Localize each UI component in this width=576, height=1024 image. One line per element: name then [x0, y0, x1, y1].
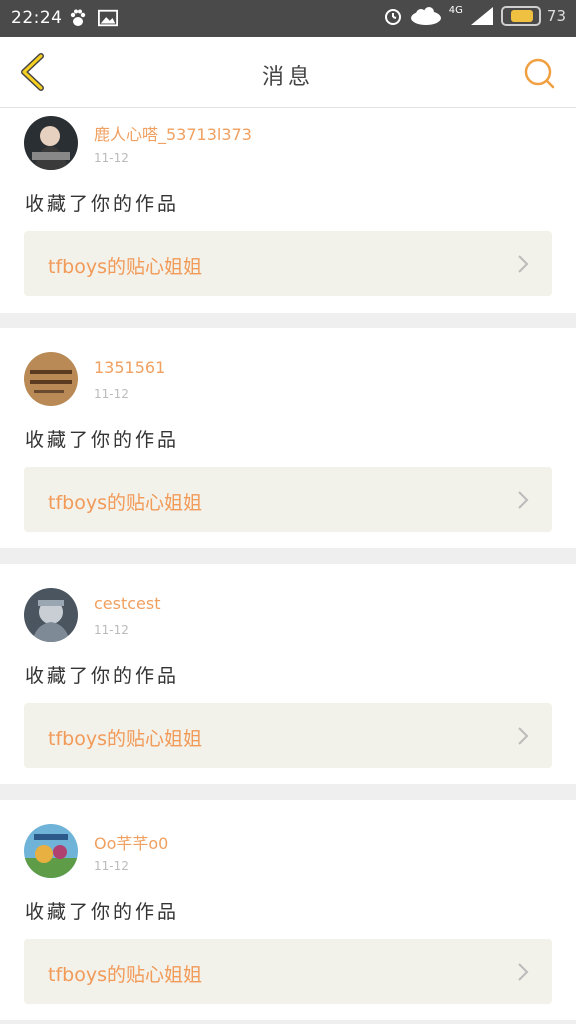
page-title: 消息 — [261, 65, 314, 90]
username[interactable]: 鹿人心嗒_53713l373 — [94, 121, 252, 145]
notification-card: 1351561 11-12 收藏了你的作品 tfboys的贴心姐姐 — [0, 328, 576, 548]
cloud-icon — [409, 6, 443, 26]
work-link[interactable]: tfboys的贴心姐姐 — [24, 939, 552, 1004]
work-title: tfboys的贴心姐姐 — [48, 492, 202, 514]
action-text: 收藏了你的作品 — [25, 901, 180, 923]
nav-bar: 消息 — [0, 37, 576, 108]
action-text: 收藏了你的作品 — [25, 429, 180, 451]
search-icon — [524, 58, 555, 89]
avatar[interactable] — [24, 824, 78, 878]
battery-icon — [500, 6, 541, 26]
notification-card: cestcest 11-12 收藏了你的作品 tfboys的贴心姐姐 — [0, 564, 576, 784]
timestamp: 11-12 — [94, 859, 129, 873]
avatar[interactable] — [24, 116, 78, 170]
avatar[interactable] — [24, 352, 78, 406]
username[interactable]: cestcest — [94, 594, 161, 613]
status-bar: 22:24 4G 73 — [0, 0, 576, 37]
notification-list[interactable]: 鹿人心嗒_53713l373 11-12 收藏了你的作品 tfboys的贴心姐姐… — [0, 108, 576, 1024]
notification-card: 鹿人心嗒_53713l373 11-12 收藏了你的作品 tfboys的贴心姐姐 — [0, 108, 576, 313]
baidu-paw-icon — [68, 8, 88, 28]
timestamp: 11-12 — [94, 387, 129, 401]
signal-icon — [469, 6, 495, 26]
work-title: tfboys的贴心姐姐 — [48, 728, 202, 750]
alarm-icon — [383, 6, 403, 26]
status-time: 22:24 — [11, 8, 63, 28]
notification-card: Oo芊芊o0 11-12 收藏了你的作品 tfboys的贴心姐姐 — [0, 800, 576, 1020]
work-link[interactable]: tfboys的贴心姐姐 — [24, 703, 552, 768]
chevron-right-icon — [518, 255, 529, 273]
battery-level: 73 — [546, 7, 566, 25]
chevron-right-icon — [518, 963, 529, 981]
image-icon — [98, 8, 118, 28]
action-text: 收藏了你的作品 — [25, 665, 180, 687]
username[interactable]: 1351561 — [94, 358, 165, 377]
timestamp: 11-12 — [94, 623, 129, 637]
chevron-right-icon — [518, 491, 529, 509]
timestamp: 11-12 — [94, 151, 129, 165]
avatar[interactable] — [24, 588, 78, 642]
work-link[interactable]: tfboys的贴心姐姐 — [24, 467, 552, 532]
work-title: tfboys的贴心姐姐 — [48, 964, 202, 986]
action-text: 收藏了你的作品 — [25, 193, 180, 215]
work-title: tfboys的贴心姐姐 — [48, 256, 202, 278]
username[interactable]: Oo芊芊o0 — [94, 830, 168, 854]
chevron-right-icon — [518, 727, 529, 745]
search-button[interactable] — [522, 56, 556, 90]
network-type: 4G — [448, 4, 463, 16]
work-link[interactable]: tfboys的贴心姐姐 — [24, 231, 552, 296]
